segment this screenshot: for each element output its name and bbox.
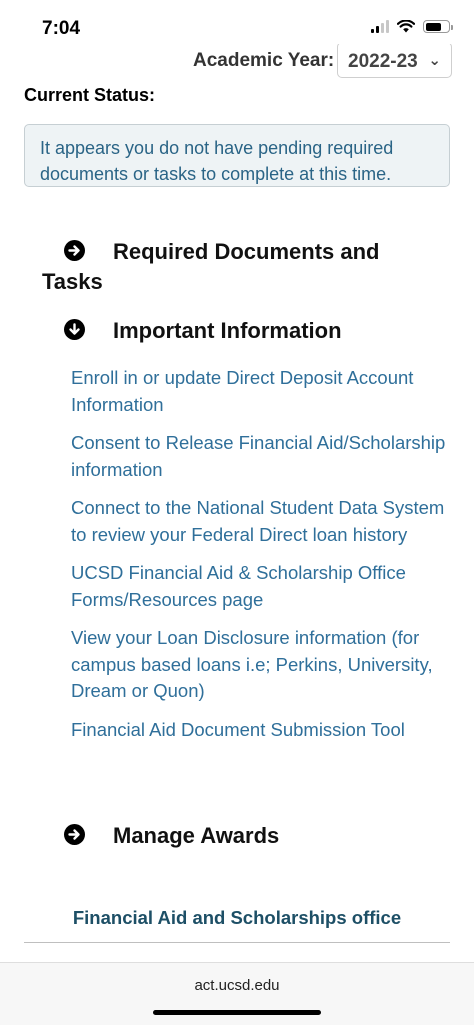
footer-office-link[interactable]: Financial Aid and Scholarships office [0,907,474,929]
arrow-right-circle-icon [64,240,85,261]
manage-awards-section-toggle[interactable]: Manage Awards [42,821,279,851]
link-forms-resources[interactable]: UCSD Financial Aid & Scholarship Office … [71,560,451,613]
important-information-links: Enroll in or update Direct Deposit Accou… [71,365,451,755]
important-information-section-toggle[interactable]: Important Information [42,316,342,346]
arrow-down-circle-icon [64,319,85,340]
link-direct-deposit[interactable]: Enroll in or update Direct Deposit Accou… [71,365,451,418]
academic-year-value: 2022-23 [348,51,418,72]
current-status-label: Current Status: [24,85,156,105]
academic-year-select[interactable]: 2022-23 ⌄ [337,44,452,78]
manage-awards-title: Manage Awards [113,823,280,848]
chevron-down-icon: ⌄ [428,52,441,69]
status-icons [371,20,453,33]
footer-divider [24,942,450,943]
link-consent-release[interactable]: Consent to Release Financial Aid/Scholar… [71,430,451,483]
arrow-right-circle-icon [64,824,85,845]
required-documents-section-toggle[interactable]: Required Documents and Tasks [42,237,379,297]
cellular-signal-icon [371,20,389,33]
status-message-box: It appears you do not have pending requi… [24,124,450,187]
link-loan-disclosure[interactable]: View your Loan Disclosure information (f… [71,625,451,705]
required-documents-title-line1: Required Documents and [113,239,380,264]
browser-url-bar[interactable]: act.ucsd.edu [0,962,474,1025]
status-time: 7:04 [42,18,81,39]
link-nsds-loan-history[interactable]: Connect to the National Student Data Sys… [71,495,451,548]
battery-icon [423,20,453,33]
status-message: It appears you do not have pending requi… [40,138,394,184]
link-document-submission-tool[interactable]: Financial Aid Document Submission Tool [71,717,451,744]
url-text: act.ucsd.edu [194,977,280,994]
academic-year-label: Academic Year: [193,50,335,71]
academic-year-row: Academic Year: 2022-23 ⌄ [0,44,474,78]
wifi-icon [397,20,415,33]
required-documents-title-line2: Tasks [42,269,103,294]
home-indicator[interactable] [153,1010,321,1015]
important-information-title: Important Information [113,318,342,343]
